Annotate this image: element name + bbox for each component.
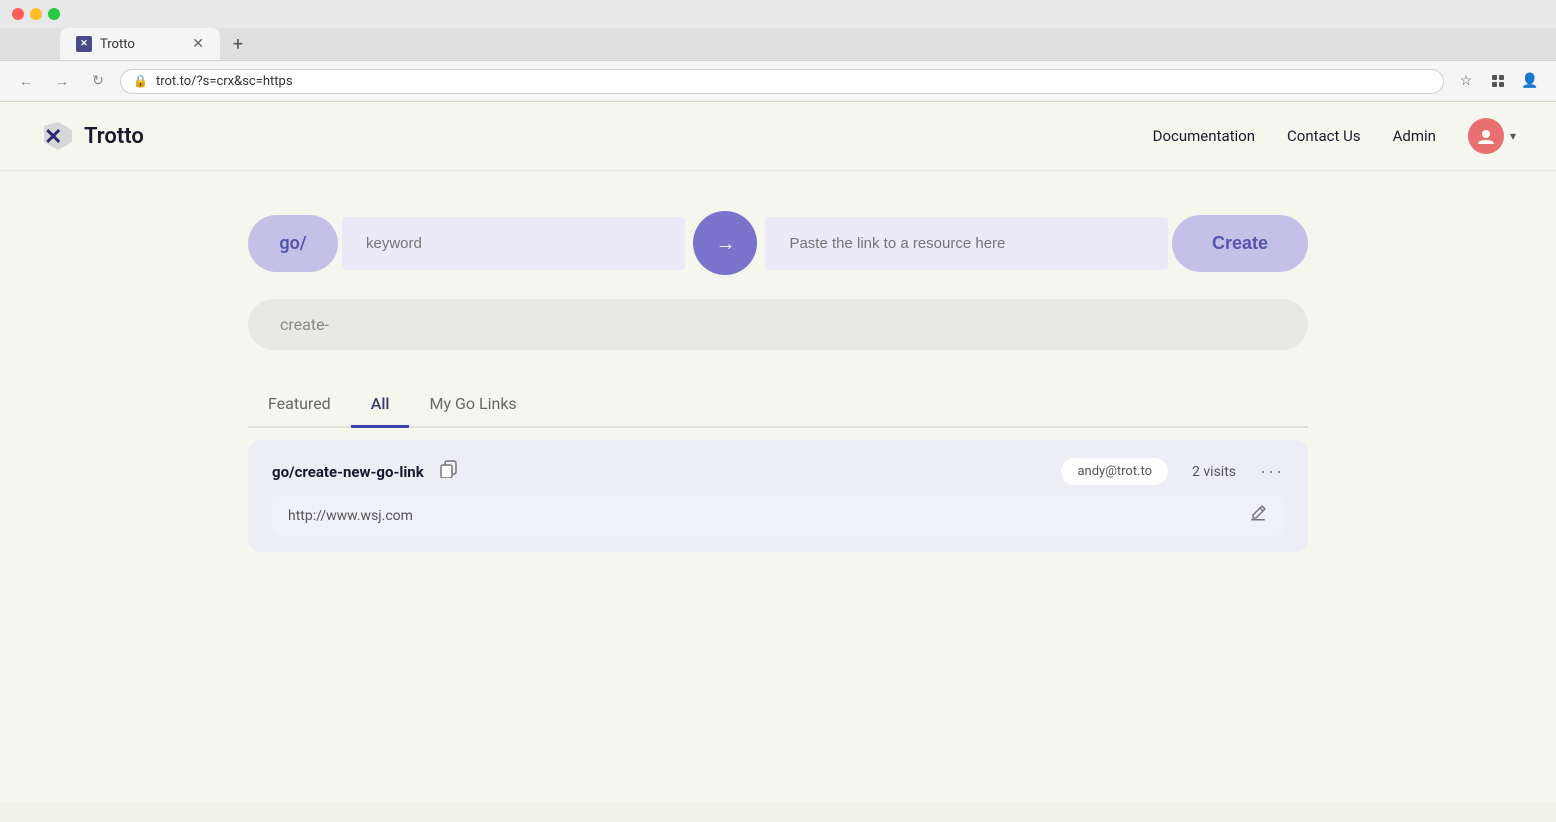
link-owner: andy@trot.to	[1061, 458, 1168, 485]
logo[interactable]: ✕ Trotto	[40, 118, 144, 154]
link-visits: 2 visits	[1192, 464, 1236, 480]
url-input[interactable]	[765, 217, 1168, 270]
link-name: go/create-new-go-link	[272, 463, 424, 481]
tab-close-button[interactable]: ✕	[192, 36, 204, 52]
browser-chrome: ✕ Trotto ✕ + ← → ↻ 🔒 trot.to/?s=crx&sc=h…	[0, 0, 1556, 102]
create-bar: go/ → Create	[248, 211, 1308, 275]
links-list: go/create-new-go-link andy@trot.to 2 vis…	[248, 440, 1308, 552]
edit-icon	[1248, 503, 1268, 523]
table-row: go/create-new-go-link andy@trot.to 2 vis…	[248, 440, 1308, 552]
browser-titlebar	[0, 0, 1556, 28]
tab-featured-label: Featured	[268, 394, 331, 413]
nav-link-contact-us[interactable]: Contact Us	[1287, 127, 1361, 145]
create-button[interactable]: Create	[1172, 215, 1308, 272]
tab-all-label: All	[371, 394, 390, 413]
tab-featured[interactable]: Featured	[248, 382, 351, 428]
extension-icon[interactable]	[1484, 67, 1512, 95]
nav-links: Documentation Contact Us Admin ▾	[1153, 118, 1516, 154]
user-menu[interactable]: ▾	[1468, 118, 1516, 154]
suggestion-text: create-	[280, 315, 329, 334]
tab-all[interactable]: All	[351, 382, 410, 428]
link-item-header: go/create-new-go-link andy@trot.to 2 vis…	[272, 456, 1284, 487]
more-options-button[interactable]: ···	[1260, 461, 1284, 482]
tab-my-go-links-label: My Go Links	[429, 394, 516, 413]
tab-title-text: Trotto	[100, 37, 135, 52]
browser-tabs-bar: ✕ Trotto ✕ +	[0, 28, 1556, 60]
app-container: ✕ Trotto Documentation Contact Us Admin …	[0, 102, 1556, 802]
link-meta: andy@trot.to 2 visits ···	[1061, 458, 1284, 485]
minimize-dot[interactable]	[30, 8, 42, 20]
main-nav: ✕ Trotto Documentation Contact Us Admin …	[0, 102, 1556, 171]
edit-button[interactable]	[1248, 503, 1268, 528]
copy-icon	[440, 460, 458, 478]
browser-tab-trotto[interactable]: ✕ Trotto ✕	[60, 28, 220, 60]
keyword-input[interactable]	[342, 217, 685, 270]
back-button[interactable]: ←	[12, 67, 40, 95]
close-dot[interactable]	[12, 8, 24, 20]
refresh-button[interactable]: ↻	[84, 67, 112, 95]
user-avatar	[1468, 118, 1504, 154]
browser-dots	[12, 8, 60, 20]
tab-my-go-links[interactable]: My Go Links	[409, 382, 536, 428]
browser-action-buttons: ☆ 👤	[1452, 67, 1544, 95]
arrow-button[interactable]: →	[693, 211, 757, 275]
suggestion-bar: create-	[248, 299, 1308, 350]
link-url: http://www.wsj.com	[288, 508, 1248, 524]
logo-text: Trotto	[84, 124, 144, 149]
logo-icon: ✕	[40, 118, 76, 154]
maximize-dot[interactable]	[48, 8, 60, 20]
nav-link-admin[interactable]: Admin	[1393, 127, 1436, 145]
browser-toolbar: ← → ↻ 🔒 trot.to/?s=crx&sc=https ☆ 👤	[0, 60, 1556, 101]
bookmark-icon[interactable]: ☆	[1452, 67, 1480, 95]
tabs-bar: Featured All My Go Links	[248, 382, 1308, 428]
address-text: trot.to/?s=crx&sc=https	[156, 74, 293, 89]
copy-button[interactable]	[436, 456, 462, 487]
go-prefix-label: go/	[248, 215, 338, 272]
new-tab-button[interactable]: +	[224, 30, 252, 58]
forward-button[interactable]: →	[48, 67, 76, 95]
svg-text:✕: ✕	[44, 124, 62, 149]
lock-icon: 🔒	[133, 74, 148, 88]
main-content: go/ → Create create- Featured All My Go …	[228, 171, 1328, 592]
user-chevron-icon: ▾	[1510, 129, 1516, 143]
link-item-body: http://www.wsj.com	[272, 495, 1284, 536]
profile-icon[interactable]: 👤	[1516, 67, 1544, 95]
nav-link-documentation[interactable]: Documentation	[1153, 127, 1255, 145]
address-bar[interactable]: 🔒 trot.to/?s=crx&sc=https	[120, 69, 1444, 94]
tab-favicon: ✕	[76, 36, 92, 52]
